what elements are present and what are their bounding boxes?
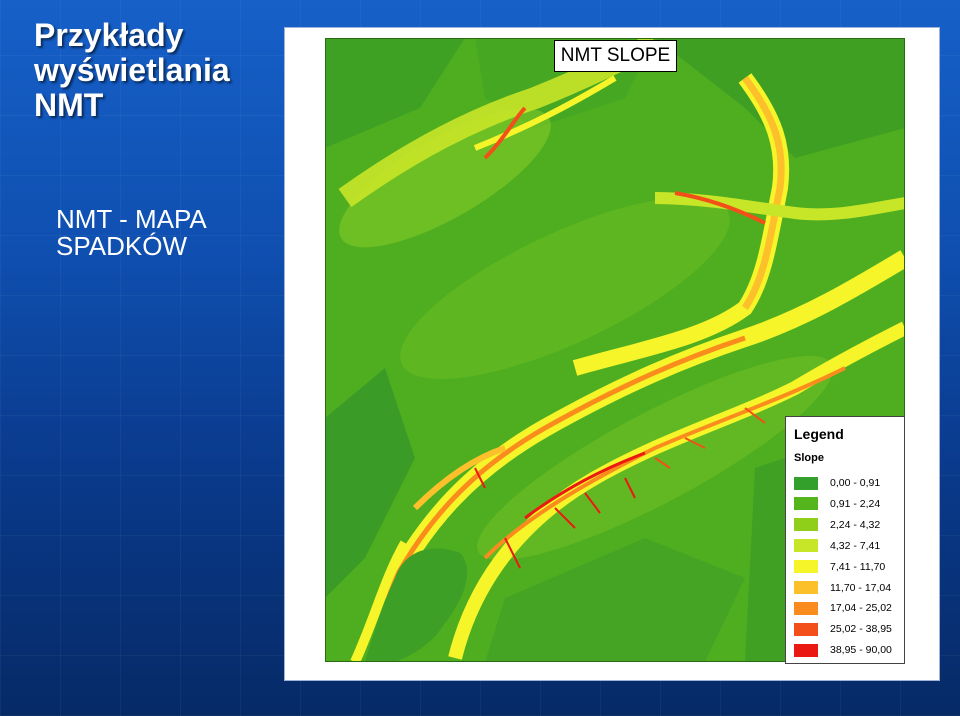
- legend-item: 4,32 - 7,41: [794, 538, 880, 554]
- legend-item: 7,41 - 11,70: [794, 559, 885, 575]
- legend-label: 0,00 - 0,91: [830, 477, 881, 489]
- slide-subtitle-line-2: SPADKÓW: [56, 231, 187, 262]
- legend-heading: Legend: [794, 426, 844, 442]
- legend-subheading: Slope: [794, 452, 824, 464]
- legend-item: 11,70 - 17,04: [794, 580, 891, 596]
- slide-title-line-2: wyświetlania: [34, 52, 230, 89]
- legend-label: 2,24 - 4,32: [830, 518, 881, 531]
- slide-subtitle-line-1: NMT - MAPA: [56, 204, 207, 234]
- slide-title: Przykłady wyświetlania NMT: [34, 17, 274, 124]
- legend-swatch: [794, 601, 818, 615]
- legend-label: 4,32 - 7,41: [830, 539, 881, 552]
- map-title: NMT SLOPE: [554, 40, 677, 72]
- legend-swatch: [794, 622, 818, 636]
- legend-label: 7,41 - 11,70: [830, 560, 886, 573]
- slide-subtitle: NMT - MAPA SPADKÓW: [56, 204, 276, 262]
- legend-swatch: [794, 539, 818, 553]
- legend-swatch: [794, 497, 818, 511]
- legend-swatch: [794, 518, 818, 532]
- slide-title-line-1: Przykłady: [34, 17, 184, 53]
- legend-swatch: [794, 581, 818, 594]
- legend-label: 17,04 - 25,02: [830, 602, 892, 615]
- legend-item: 0,91 - 2,24: [794, 496, 880, 512]
- legend-label: 0,91 - 2,24: [830, 497, 881, 510]
- slope-legend: Legend Slope 0,00 - 0,91 0,91 - 2,24 2,24 …: [785, 416, 905, 664]
- legend-item: 2,24 - 4,32: [794, 517, 880, 533]
- legend-label: 25,02 - 38,95: [830, 623, 892, 636]
- legend-item: 38,95 - 90,00: [794, 642, 892, 658]
- legend-item: 0,00 - 0,91: [794, 475, 880, 491]
- legend-label: 11,70 - 17,04: [830, 581, 892, 594]
- legend-label: 38,95 - 90,00: [830, 644, 892, 657]
- legend-swatch: [794, 476, 818, 490]
- legend-swatch: [794, 560, 818, 574]
- slide-title-line-3: NMT: [34, 87, 104, 124]
- slope-map-frame: NMT SLOPE Legend Slope 0,00 - 0,91 0,91 -…: [285, 28, 939, 680]
- legend-item: 17,04 - 25,02: [794, 600, 892, 616]
- legend-item: 25,02 - 38,95: [794, 621, 892, 637]
- legend-swatch: [794, 643, 818, 657]
